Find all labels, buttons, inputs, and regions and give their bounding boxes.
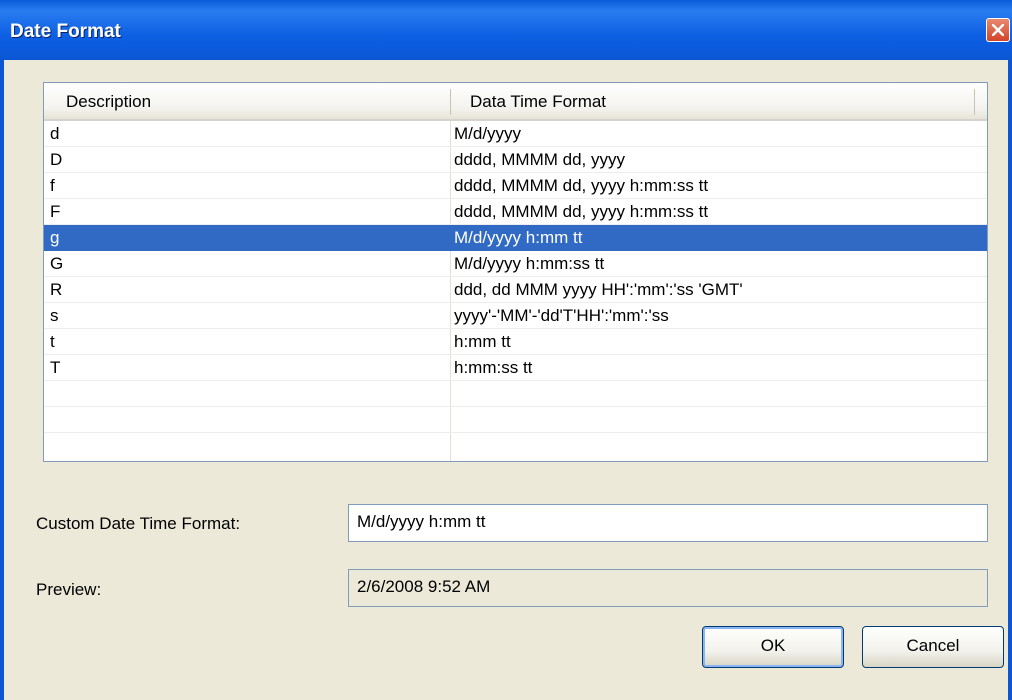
row-description: s: [50, 306, 59, 325]
column-divider[interactable]: [974, 89, 975, 115]
list-row[interactable]: f dddd, MMMM dd, yyyy h:mm:ss tt: [44, 173, 987, 199]
list-row[interactable]: Rddd, dd MMM yyyy HH':'mm':'ss 'GMT': [44, 277, 987, 303]
cancel-button[interactable]: Cancel: [862, 626, 1004, 668]
custom-format-label: Custom Date Time Format:: [36, 514, 241, 533]
list-row[interactable]: Th:mm:ss tt: [44, 355, 987, 381]
row-format: yyyy'-'MM'-'dd'T'HH':'mm':'ss: [454, 306, 669, 325]
row-description: g: [50, 228, 60, 247]
window-title: Date Format: [10, 21, 121, 42]
row-description: f: [50, 176, 55, 195]
preview-field: 2/6/2008 9:52 AM: [348, 569, 988, 607]
close-button[interactable]: [986, 18, 1010, 42]
column-header-description[interactable]: Description: [66, 83, 151, 119]
preview-label: Preview:: [36, 580, 102, 599]
row-description: R: [50, 280, 63, 299]
row-format: h:mm tt: [454, 332, 511, 351]
window-frame-right: [1008, 60, 1012, 700]
row-description: D: [50, 150, 63, 169]
list-row[interactable]: d M/d/yyyy: [44, 121, 987, 147]
row-description: G: [50, 254, 64, 273]
ok-button[interactable]: OK: [702, 626, 844, 668]
row-description: d: [50, 124, 60, 143]
column-divider[interactable]: [450, 89, 451, 115]
row-format: M/d/yyyy h:mm tt: [454, 228, 583, 247]
row-description: T: [50, 358, 61, 377]
row-format: dddd, MMMM dd, yyyy h:mm:ss tt: [454, 202, 709, 221]
list-row[interactable]: [44, 407, 987, 433]
date-format-list[interactable]: Description Data Time Format d M/d/yyyy Dd…: [43, 82, 988, 462]
close-icon: [992, 24, 1004, 36]
list-row[interactable]: G M/d/yyyy h:mm:ss tt: [44, 251, 987, 277]
row-format: M/d/yyyy: [454, 124, 522, 143]
list-row[interactable]: g M/d/yyyy h:mm tt: [44, 225, 987, 251]
row-description: t: [50, 332, 55, 351]
row-format: M/d/yyyy h:mm:ss tt: [454, 254, 605, 273]
column-header-format[interactable]: Data Time Format: [470, 83, 606, 119]
list-row[interactable]: [44, 381, 987, 407]
window-frame-left: [0, 60, 4, 700]
row-format: dddd, MMMM dd, yyyy: [454, 150, 625, 169]
row-format: ddd, dd MMM yyyy HH':'mm':'ss 'GMT': [454, 280, 743, 299]
row-format: h:mm:ss tt: [454, 358, 533, 377]
list-row[interactable]: Fdddd, MMMM dd, yyyy h:mm:ss tt: [44, 199, 987, 225]
title-bar: Date Format: [0, 0, 1012, 60]
row-format: dddd, MMMM dd, yyyy h:mm:ss tt: [454, 176, 709, 195]
custom-format-input[interactable]: M/d/yyyy h:mm tt: [348, 504, 988, 542]
list-row[interactable]: s yyyy'-'MM'-'dd'T'HH':'mm':'ss: [44, 303, 987, 329]
list-header: Description Data Time Format: [44, 83, 987, 121]
row-description: F: [50, 202, 61, 221]
list-row[interactable]: t h:mm tt: [44, 329, 987, 355]
list-row[interactable]: Ddddd, MMMM dd, yyyy: [44, 147, 987, 173]
